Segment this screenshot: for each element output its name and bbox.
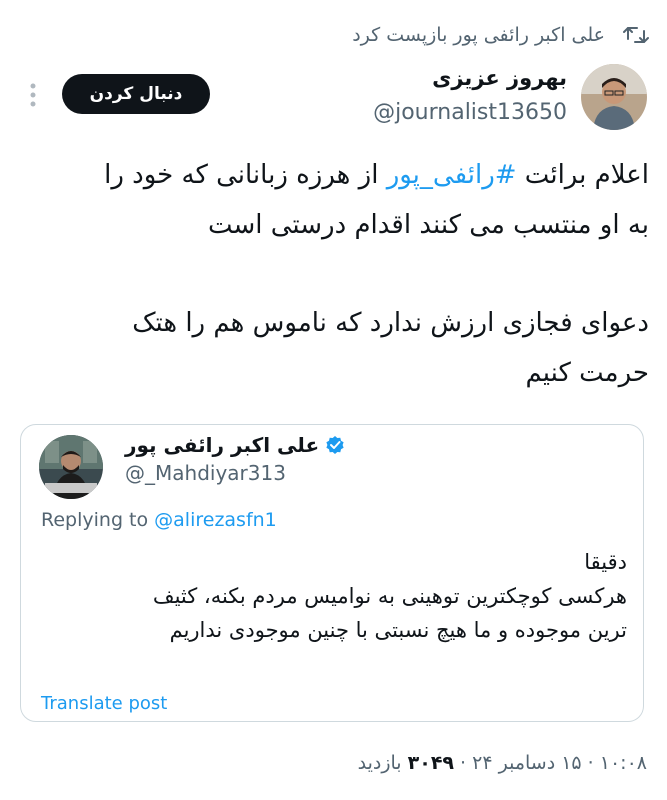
replying-prefix: Replying to [41, 509, 155, 531]
tweet-time[interactable]: ۱۰:۰۸ [600, 752, 647, 774]
meta-separator: · [454, 752, 473, 774]
quoted-author-name[interactable]: علی اکبر رائفی پور [125, 433, 319, 457]
repost-icon [623, 27, 649, 43]
hashtag-link[interactable]: #رائفی_پور [387, 160, 517, 190]
tweet-line: حرمت کنیم [525, 358, 649, 388]
author-avatar[interactable] [581, 64, 647, 130]
more-options-icon[interactable] [28, 82, 38, 108]
verified-badge-icon [326, 436, 344, 454]
replying-to-link[interactable]: @alirezasfn1 [154, 509, 277, 531]
quoted-tweet-text: دقیقا هرکسی کوچکترین توهینی به نوامیس مر… [37, 545, 627, 647]
quoted-author-handle[interactable]: @_Mahdiyar313 [125, 461, 286, 485]
views-label: بازدید [357, 752, 408, 774]
repost-indicator[interactable]: علی اکبر رائفی پور بازپست کرد [352, 24, 605, 46]
tweet-date[interactable]: ۱۵ دسامبر ۲۴ [472, 752, 582, 774]
tweet-line: دعوای فجازی ارزش ندارد که ناموس هم را هت… [132, 308, 649, 338]
views-count: ۳۰۴۹ [407, 752, 455, 774]
translate-post-link[interactable]: Translate post [41, 693, 167, 714]
tweet-text: اعلام برائت #رائفی_پور از هرزه زبانانی ک… [19, 150, 649, 398]
follow-button[interactable]: دنبال کردن [62, 74, 210, 114]
tweet-line-text: از هرزه زبانانی که خود را [104, 160, 387, 190]
tweet-line-text: اعلام برائت [516, 160, 649, 190]
quoted-line: دقیقا [584, 550, 627, 574]
quoted-author-avatar[interactable] [39, 435, 103, 499]
tweet-meta: ۱۰:۰۸ · ۱۵ دسامبر ۲۴ · ۳۰۴۹ بازدید [358, 752, 647, 774]
tweet-page: علی اکبر رائفی پور بازپست کرد بهروز عزیز… [0, 0, 667, 800]
author-name[interactable]: بهروز عزیزی [432, 66, 567, 90]
tweet-line: به او منتسب می کنند اقدام درستی است [207, 210, 649, 240]
tweet-line: اعلام برائت #رائفی_پور از هرزه زبانانی ک… [19, 150, 649, 200]
quoted-tweet-card[interactable]: علی اکبر رائفی پور @_Mahdiyar313 Replyin… [20, 424, 644, 722]
quoted-line: ترین موجوده و ما هیچ نسبتی با چنین موجود… [169, 618, 627, 642]
repost-text: علی اکبر رائفی پور بازپست کرد [352, 24, 605, 46]
quoted-line: هرکسی کوچکترین توهینی به نوامیس مردم بکن… [152, 584, 627, 608]
replying-to-line: Replying to @alirezasfn1 [41, 509, 277, 531]
meta-separator: · [581, 752, 600, 774]
quoted-name-row: علی اکبر رائفی پور [125, 433, 345, 457]
author-handle[interactable]: @journalist13650 [373, 100, 567, 125]
